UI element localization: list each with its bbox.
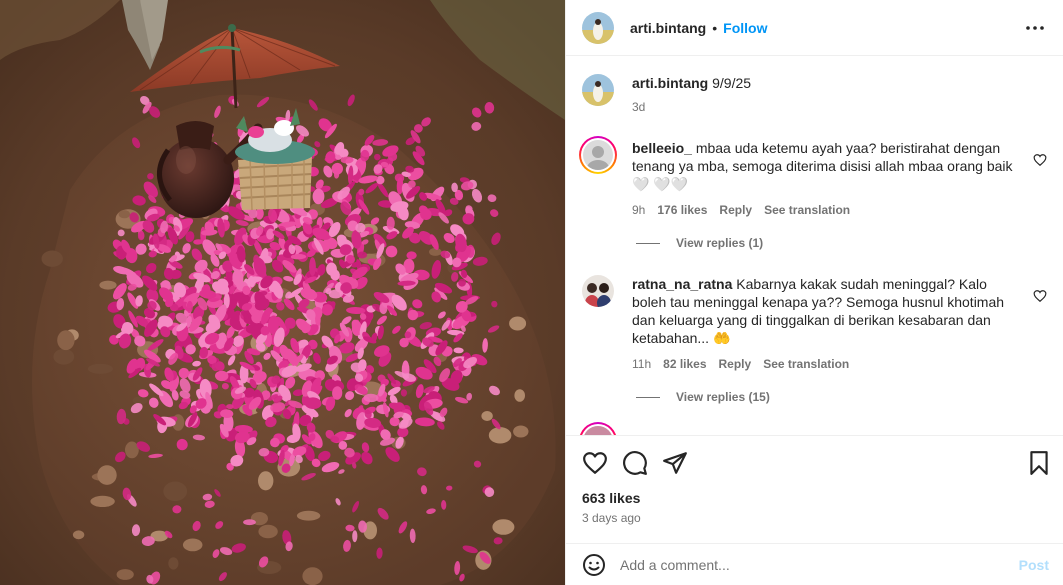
comment-row-partial (579, 422, 1047, 435)
post-comment-button[interactable]: Post (1019, 557, 1049, 573)
comment-input[interactable] (620, 556, 1019, 573)
post-sidebar: arti.bintang • Follow arti.bintang 9/9/2… (565, 0, 1063, 585)
reply-button[interactable]: Reply (719, 201, 752, 219)
replies-divider (636, 242, 660, 244)
see-translation-button[interactable]: See translation (763, 355, 849, 373)
view-replies-button[interactable]: View replies (1) (636, 236, 763, 250)
comment-avatar[interactable] (582, 275, 614, 307)
comment-likes[interactable]: 176 likes (657, 201, 707, 219)
comment-likes[interactable]: 82 likes (663, 355, 706, 373)
view-replies-label: View replies (1) (676, 236, 764, 250)
comment-icon[interactable] (622, 450, 648, 476)
post-header: arti.bintang • Follow (566, 0, 1063, 56)
author-avatar[interactable] (582, 11, 614, 44)
separator-dot: • (712, 19, 718, 36)
default-avatar-icon (583, 140, 613, 170)
comment-username[interactable]: ratna_na_ratna (632, 276, 732, 292)
see-translation-button[interactable]: See translation (764, 201, 850, 219)
caption-text: 9/9/25 (712, 75, 752, 91)
caption-row: arti.bintang 9/9/25 3d (582, 74, 1047, 116)
like-comment-icon[interactable] (1033, 153, 1047, 167)
reply-button[interactable]: Reply (719, 355, 752, 373)
instagram-post-modal: arti.bintang • Follow arti.bintang 9/9/2… (0, 0, 1063, 585)
post-photo[interactable] (0, 0, 565, 585)
follow-button[interactable]: Follow (723, 20, 767, 36)
add-comment-bar: Post (566, 543, 1063, 585)
emoji-icon[interactable] (582, 553, 606, 577)
comment-avatar-story-ring[interactable] (579, 136, 617, 174)
post-actions (566, 435, 1063, 487)
caption-username[interactable]: arti.bintang (632, 75, 708, 91)
share-icon[interactable] (662, 450, 688, 476)
replies-divider (636, 396, 660, 398)
author-username[interactable]: arti.bintang (630, 20, 706, 36)
comment-row: belleeio_ mbaa uda ketemu ayah yaa? beri… (579, 136, 1047, 219)
post-date[interactable]: 3 days ago (582, 511, 641, 525)
more-options-icon[interactable] (1023, 16, 1047, 40)
view-replies-button[interactable]: View replies (15) (636, 390, 770, 404)
likes-count[interactable]: 663 likes (582, 490, 640, 506)
caption-age[interactable]: 3d (632, 98, 645, 116)
view-replies-label: View replies (15) (676, 390, 770, 404)
caption-avatar[interactable] (582, 74, 614, 106)
comments-list[interactable]: arti.bintang 9/9/25 3d belleeio_ mbaa ud… (566, 57, 1063, 435)
grave-photo (0, 0, 565, 585)
heart-icon[interactable] (582, 450, 608, 476)
comment-age[interactable]: 9h (632, 201, 645, 219)
comment-avatar-story-ring[interactable] (579, 422, 617, 435)
bookmark-icon[interactable] (1026, 450, 1052, 476)
comment-row: ratna_na_ratna Kabarnya kakak sudah meni… (582, 275, 1047, 373)
like-comment-icon[interactable] (1033, 289, 1047, 303)
comment-age[interactable]: 11h (632, 355, 651, 373)
comment-username[interactable]: belleeio_ (632, 140, 692, 156)
